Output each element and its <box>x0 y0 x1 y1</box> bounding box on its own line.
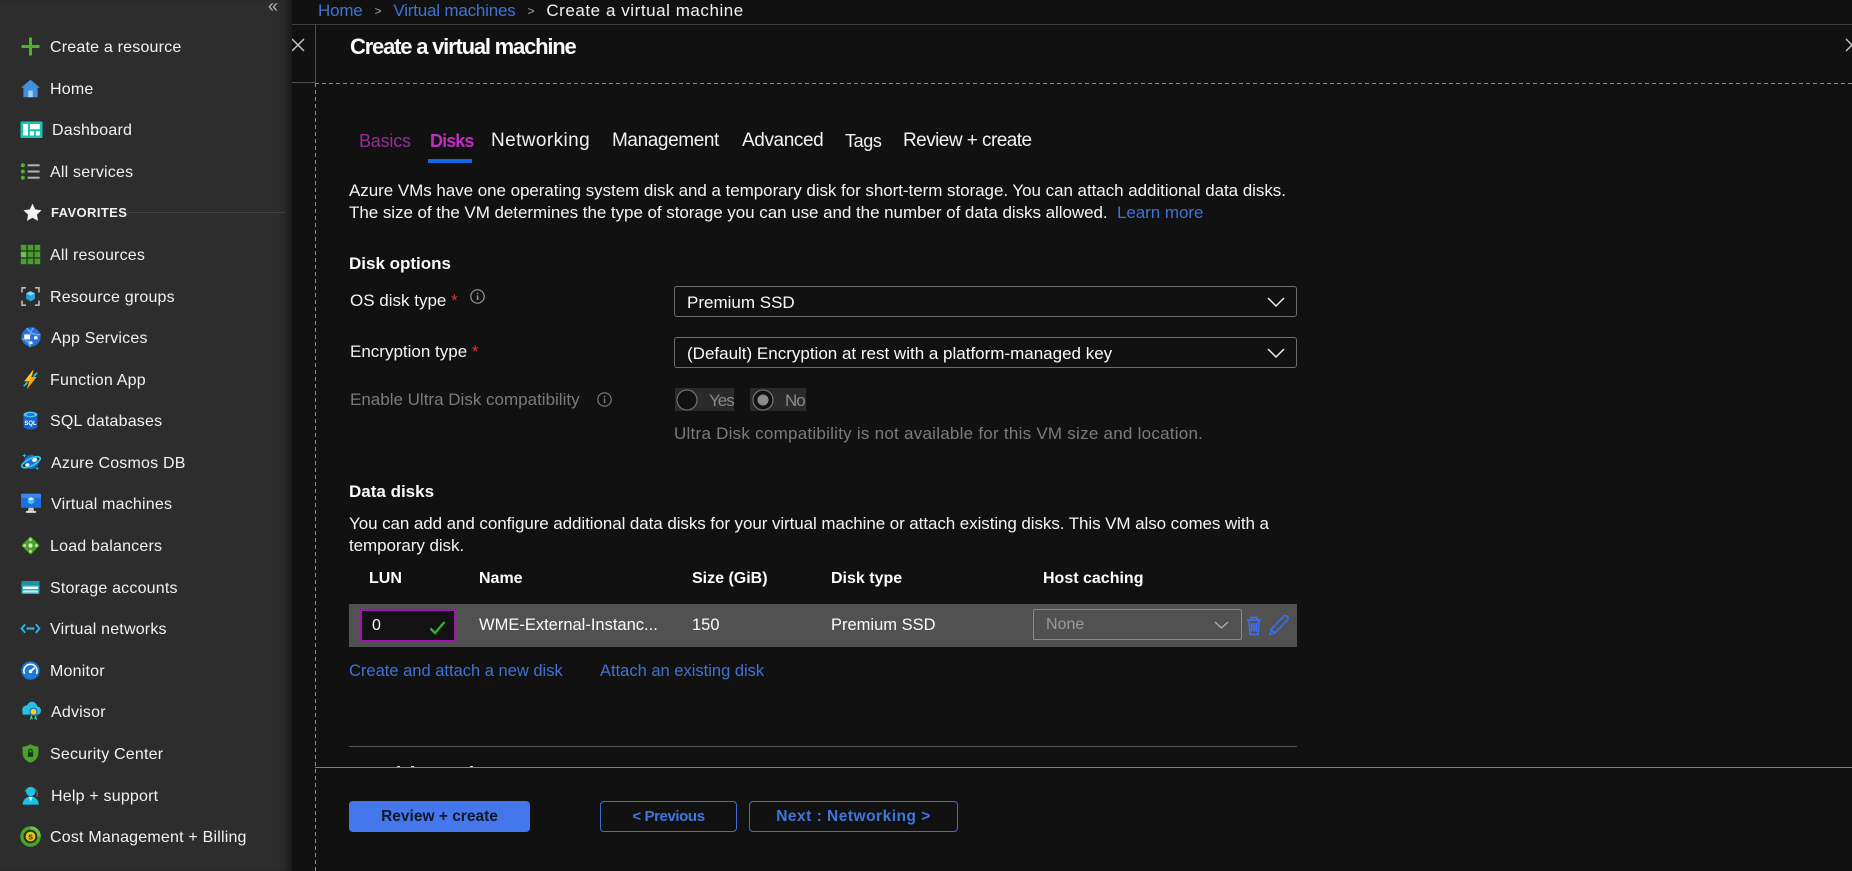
svg-text:s: s <box>28 831 33 841</box>
svg-text:SQL: SQL <box>24 421 37 427</box>
